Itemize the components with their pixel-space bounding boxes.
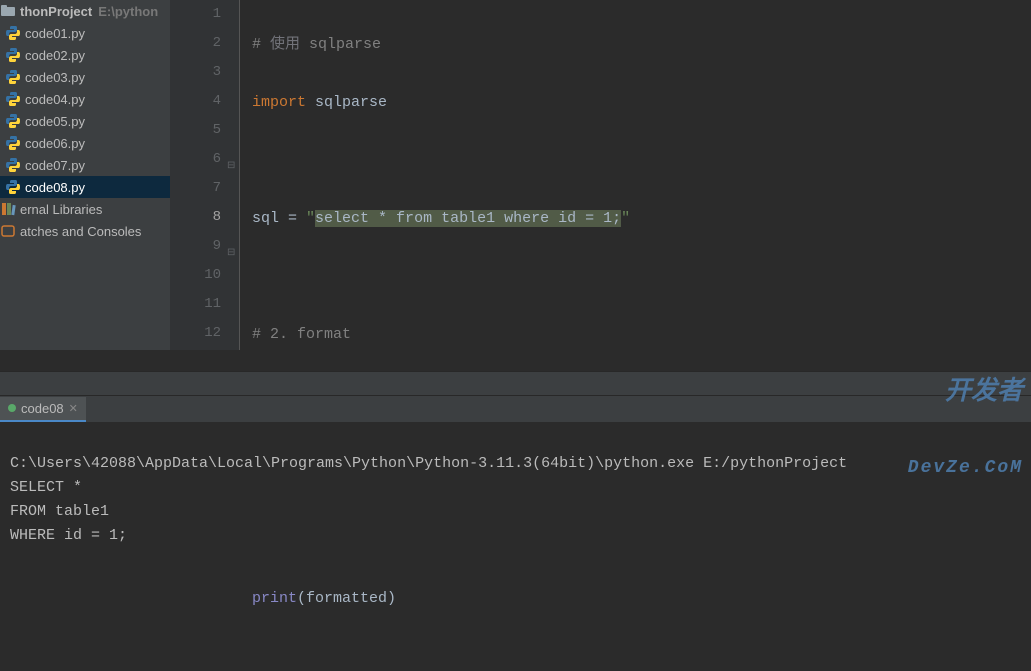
library-icon (0, 201, 16, 217)
sidebar-file-item[interactable]: code05.py (0, 110, 170, 132)
file-name: code08.py (25, 180, 85, 195)
sidebar-file-item[interactable]: code01.py (0, 22, 170, 44)
python-file-icon (5, 135, 21, 151)
code-line: # 2. format (252, 320, 1031, 349)
project-path: E:\python (98, 4, 158, 19)
python-file-icon (5, 113, 21, 129)
console-line: C:\Users\42088\AppData\Local\Programs\Py… (10, 455, 847, 472)
run-tab-bar: code08 ✕ (0, 396, 1031, 422)
code-line: print(formatted) (252, 584, 1031, 613)
file-name: code07.py (25, 158, 85, 173)
run-status-icon (8, 404, 16, 412)
line-number[interactable]: 1 (170, 0, 221, 29)
run-tab[interactable]: code08 ✕ (0, 397, 86, 422)
project-name: thonProject (20, 4, 92, 19)
python-file-icon (5, 157, 21, 173)
line-number[interactable]: 5 (170, 116, 221, 145)
python-file-icon (5, 69, 21, 85)
line-number[interactable]: 10 (170, 261, 221, 290)
file-name: code06.py (25, 136, 85, 151)
line-number[interactable]: 11 (170, 290, 221, 319)
line-number[interactable]: 6 (170, 145, 221, 174)
line-number[interactable]: 8 (170, 203, 221, 232)
sidebar-file-item[interactable]: code03.py (0, 66, 170, 88)
sidebar-file-item[interactable]: code08.py (0, 176, 170, 198)
line-number[interactable]: 12 (170, 319, 221, 348)
run-tab-label: code08 (21, 401, 64, 416)
run-tool-window: code08 ✕ C:\Users\42088\AppData\Local\Pr… (0, 371, 1031, 552)
file-name: code02.py (25, 48, 85, 63)
code-line (252, 262, 1031, 291)
project-tree[interactable]: thonProject E:\python code01.py code02.py… (0, 0, 170, 350)
line-number[interactable]: 9 (170, 232, 221, 261)
scratches-icon (0, 223, 16, 239)
project-root[interactable]: thonProject E:\python (0, 0, 170, 22)
line-number[interactable]: 3 (170, 58, 221, 87)
folder-icon (0, 3, 16, 19)
console-output[interactable]: C:\Users\42088\AppData\Local\Programs\Py… (0, 422, 1031, 552)
python-file-icon (5, 25, 21, 41)
console-line: FROM table1 (10, 503, 109, 520)
code-line (252, 146, 1031, 175)
close-icon[interactable]: ✕ (69, 402, 78, 415)
code-line: # 使用 sqlparse (252, 29, 1031, 59)
sidebar-file-item[interactable]: code06.py (0, 132, 170, 154)
console-line: SELECT * (10, 479, 82, 496)
panel-resize-handle[interactable] (0, 371, 1031, 396)
file-name: code03.py (25, 70, 85, 85)
line-number[interactable]: 7 (170, 174, 221, 203)
scratches-consoles[interactable]: atches and Consoles (0, 220, 170, 242)
console-line: WHERE id = 1; (10, 527, 127, 544)
line-number[interactable]: 4 (170, 87, 221, 116)
file-name: code05.py (25, 114, 85, 129)
python-file-icon (5, 47, 21, 63)
sidebar-file-item[interactable]: code02.py (0, 44, 170, 66)
file-name: code01.py (25, 26, 85, 41)
python-file-icon (5, 179, 21, 195)
file-name: code04.py (25, 92, 85, 107)
sidebar-file-item[interactable]: code07.py (0, 154, 170, 176)
sidebar-file-item[interactable]: code04.py (0, 88, 170, 110)
code-editor[interactable]: # 使用 sqlparse import sqlparse sql = "sel… (240, 0, 1031, 350)
external-libraries[interactable]: ernal Libraries (0, 198, 170, 220)
code-line: import sqlparse (252, 88, 1031, 117)
line-number-gutter[interactable]: 123456789101112 ⊟ ⊟ (170, 0, 240, 350)
line-number[interactable]: 2 (170, 29, 221, 58)
python-file-icon (5, 91, 21, 107)
code-line: sql = "select * from table1 where id = 1… (252, 204, 1031, 233)
